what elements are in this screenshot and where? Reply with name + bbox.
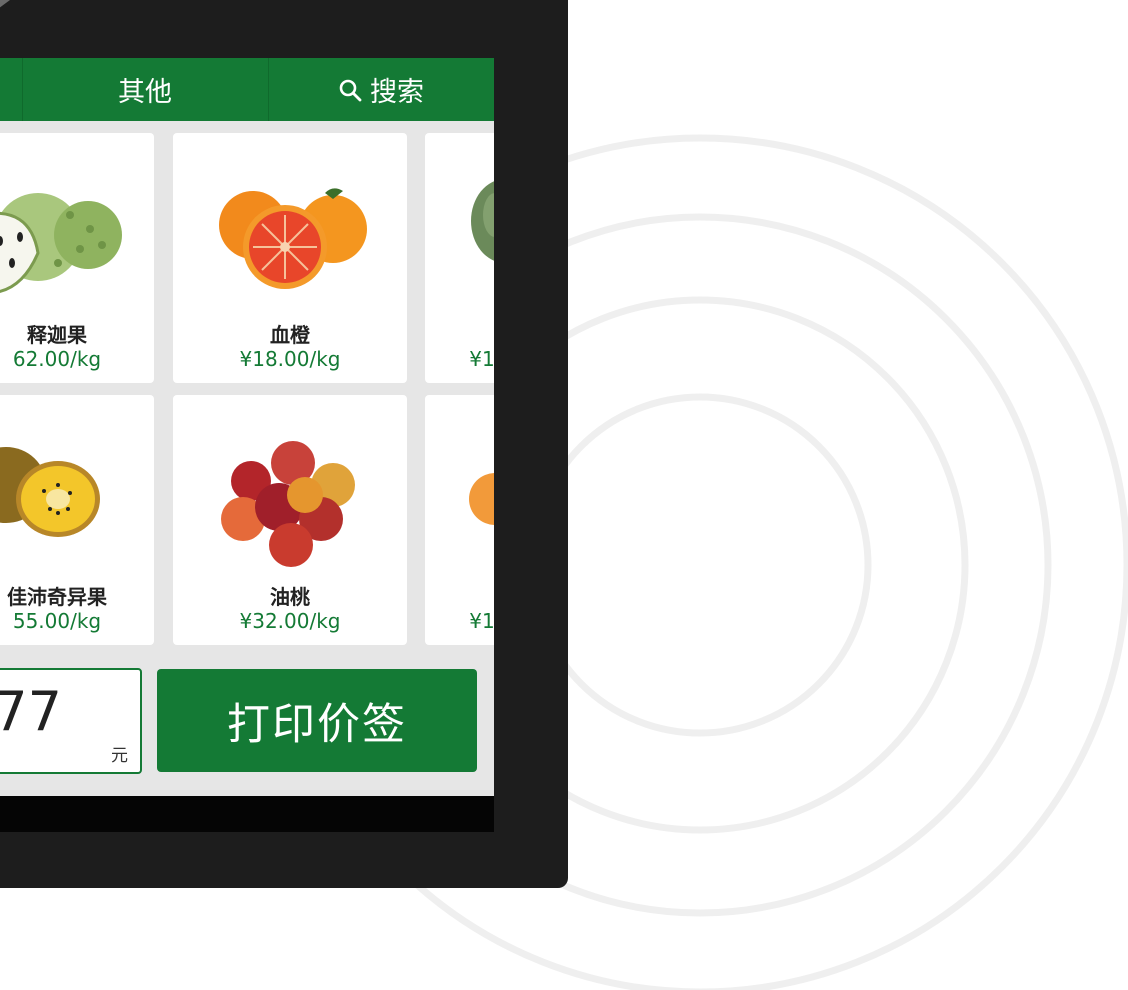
product-card-blood-orange[interactable]: 血橙 ¥18.00/kg bbox=[173, 133, 407, 383]
search-button[interactable]: 搜索 bbox=[268, 58, 494, 121]
product-price: ¥32.00/kg bbox=[239, 609, 341, 633]
search-label: 搜索 bbox=[370, 77, 424, 108]
product-name: 油桃 bbox=[270, 585, 310, 609]
category-nav-bar: 其他 搜索 bbox=[0, 58, 494, 121]
product-name: 释迦果 bbox=[27, 323, 87, 347]
product-price: ¥1 bbox=[469, 347, 494, 371]
tab-other[interactable]: 其他 bbox=[22, 58, 268, 121]
product-card-partial-2[interactable]: ¥1 bbox=[425, 395, 494, 645]
apricot-image bbox=[469, 473, 494, 525]
tab-other-label: 其他 bbox=[118, 77, 172, 108]
device-screen: 其他 搜索 释迦果 62.00/kg 血橙 ¥18.00/kg ¥1 佳沛奇异果… bbox=[0, 58, 494, 832]
kiwi-image bbox=[0, 447, 100, 537]
search-icon bbox=[339, 79, 362, 101]
product-price: 62.00/kg bbox=[12, 347, 102, 371]
product-price: ¥18.00/kg bbox=[239, 347, 341, 371]
sugar-apple-image bbox=[0, 193, 122, 294]
pos-device-frame: 其他 搜索 释迦果 62.00/kg 血橙 ¥18.00/kg ¥1 佳沛奇异果… bbox=[0, 0, 568, 888]
total-price-display: .77 元 bbox=[0, 668, 142, 774]
squash-image bbox=[471, 181, 494, 261]
product-price: 55.00/kg bbox=[12, 609, 102, 633]
product-card-partial-1[interactable]: ¥1 bbox=[425, 133, 494, 383]
currency-unit: 元 bbox=[111, 746, 128, 766]
frame-corner-highlight bbox=[0, 0, 10, 22]
product-name: 佳沛奇异果 bbox=[7, 585, 107, 609]
product-price: ¥1 bbox=[469, 609, 494, 633]
screen-bottom-bezel bbox=[0, 796, 494, 832]
nectarine-image bbox=[221, 441, 355, 567]
blood-orange-image bbox=[219, 188, 367, 289]
product-name: 血橙 bbox=[270, 323, 310, 347]
product-card-nectarine[interactable]: 油桃 ¥32.00/kg bbox=[173, 395, 407, 645]
product-card-kiwi[interactable]: 佳沛奇异果 55.00/kg bbox=[0, 395, 154, 645]
print-label-button[interactable]: 打印价签 bbox=[157, 669, 477, 772]
product-card-sugar-apple[interactable]: 释迦果 62.00/kg bbox=[0, 133, 154, 383]
total-price-value: .77 bbox=[0, 680, 62, 743]
